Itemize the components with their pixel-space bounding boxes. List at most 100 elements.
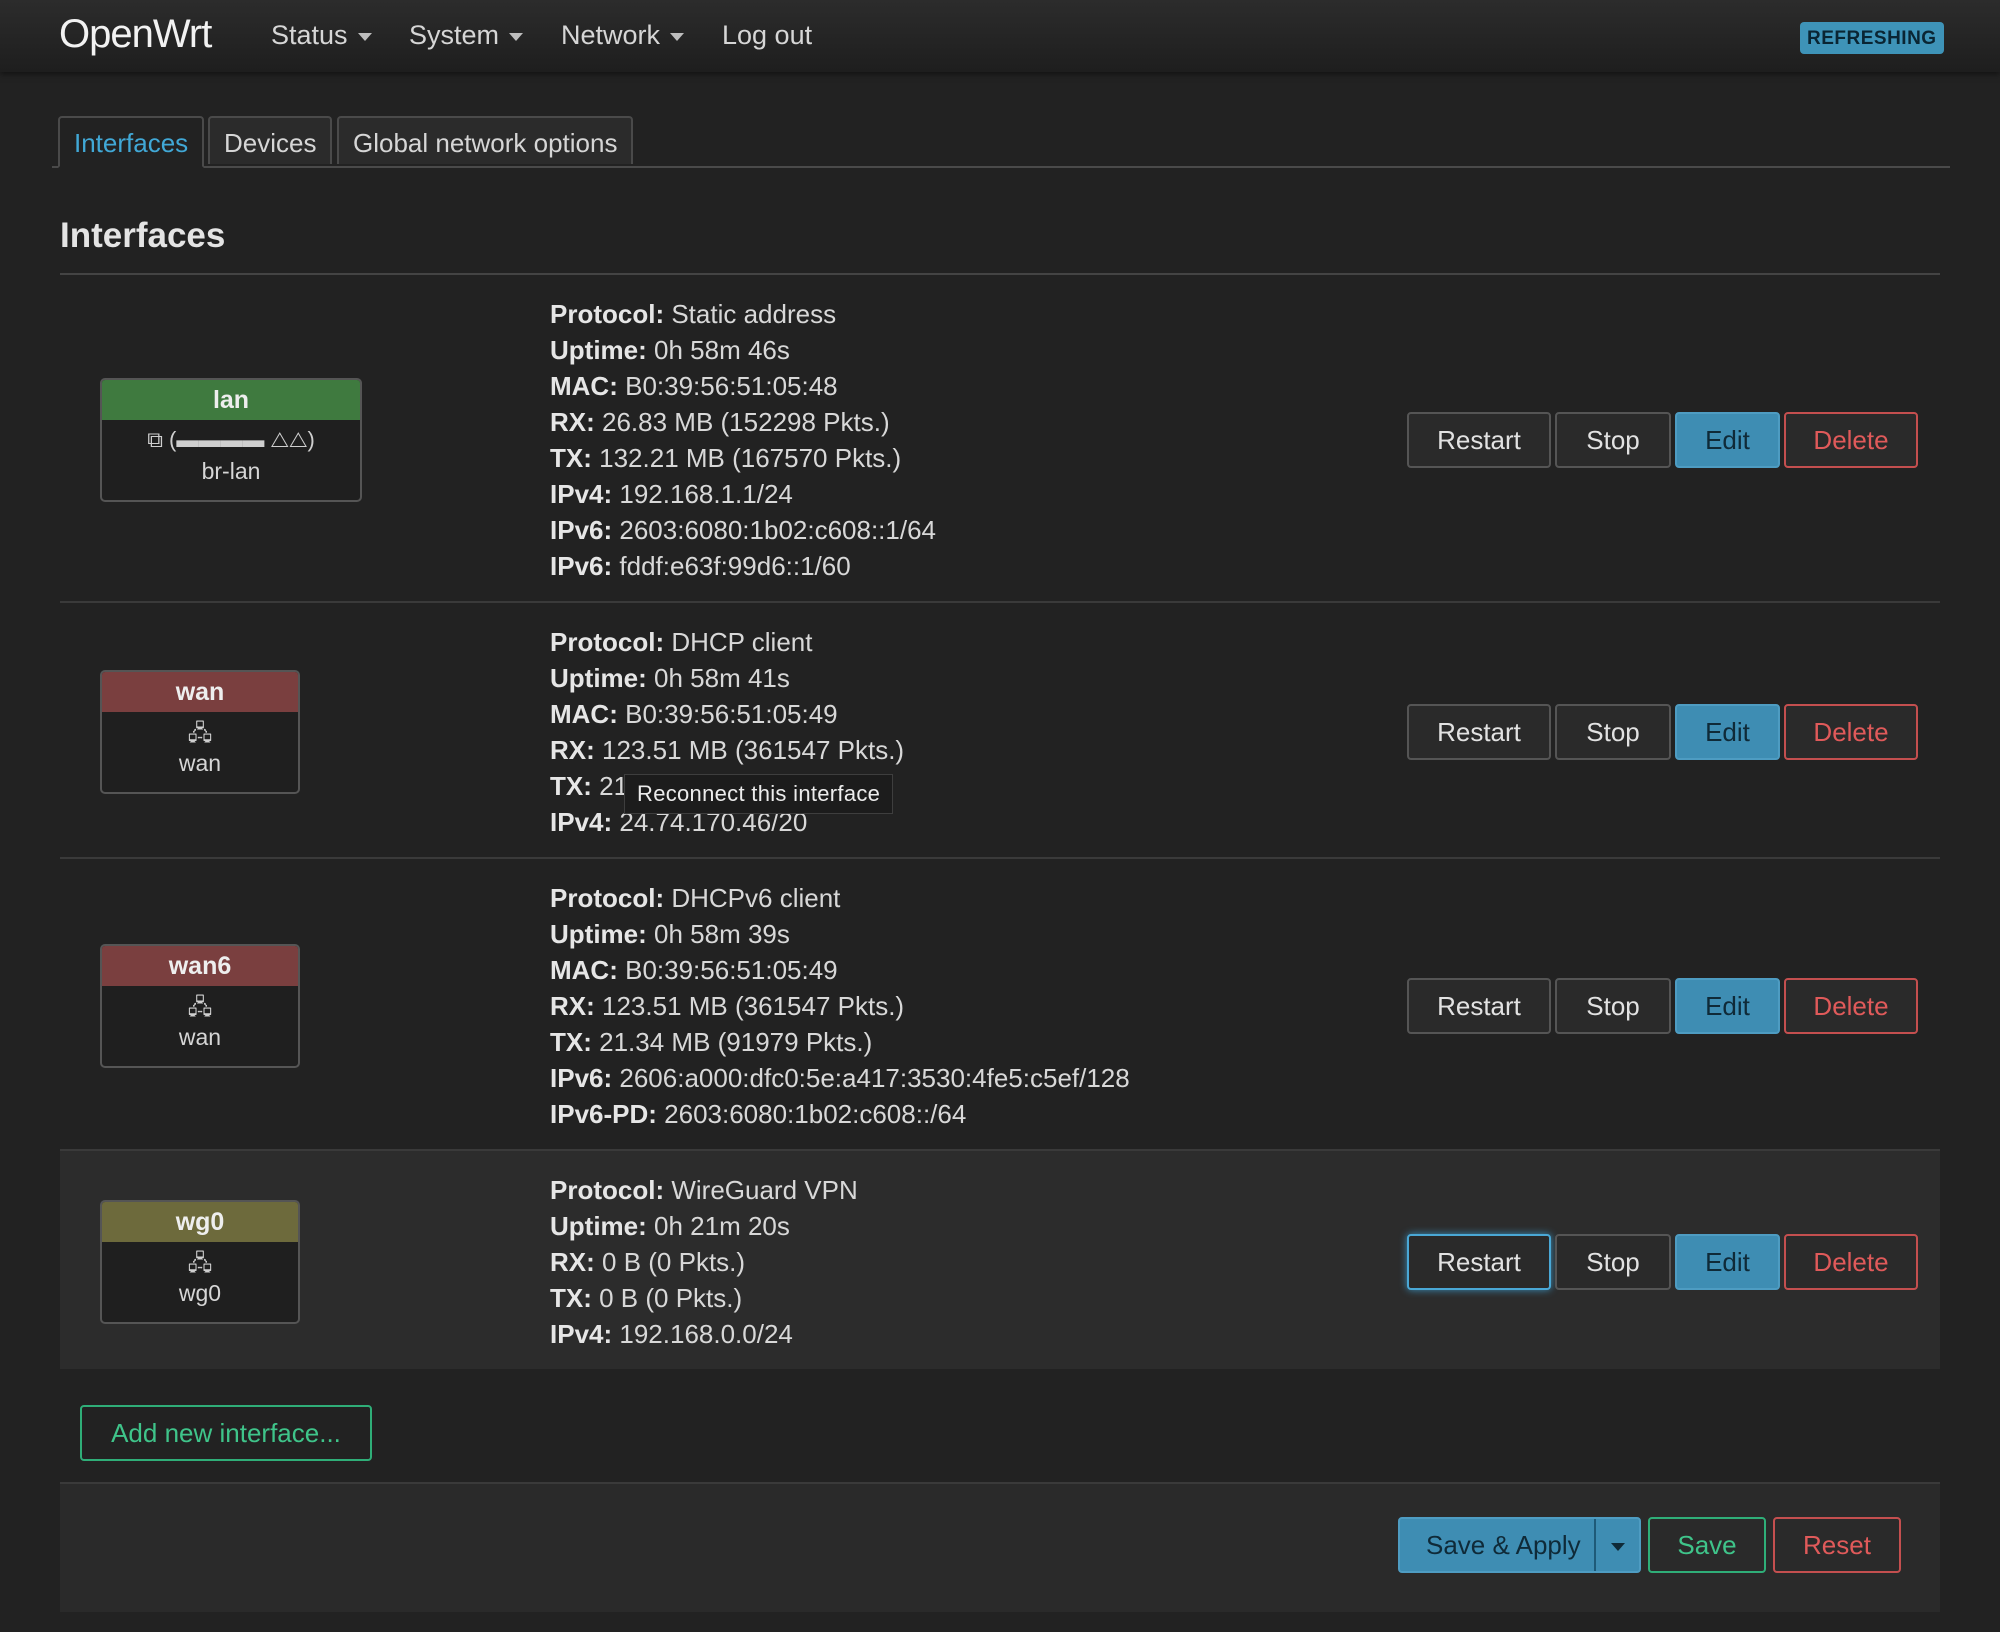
ethernet-switch-icon: ⧉: [147, 427, 163, 452]
add-interface-button[interactable]: Add new interface...: [80, 1405, 372, 1461]
uptime-value: 0h 58m 41s: [654, 663, 790, 693]
ipv4-value: 192.168.1.1/24: [619, 479, 793, 509]
interface-badge-wan: wan 🖧 wan: [100, 670, 300, 794]
interface-devices-icons: ⧉ (▬▬▬▬ △△): [102, 422, 360, 458]
stop-button[interactable]: Stop: [1555, 704, 1671, 760]
rx-value: 0 B (0 Pkts.): [602, 1247, 746, 1277]
tunnel-device-icon: 🖧: [187, 1250, 213, 1275]
interface-name: wan6: [102, 946, 298, 986]
menu-system[interactable]: System: [409, 20, 524, 51]
delete-button[interactable]: Delete: [1784, 704, 1918, 760]
chevron-down-icon: [357, 33, 372, 41]
mac-label: MAC:: [550, 955, 618, 985]
menu-status[interactable]: Status: [271, 20, 372, 51]
restart-button[interactable]: Restart: [1407, 1234, 1551, 1290]
chevron-down-icon: [670, 33, 685, 41]
edit-button[interactable]: Edit: [1675, 412, 1780, 468]
stop-button[interactable]: Stop: [1555, 1234, 1671, 1290]
restart-button[interactable]: Restart: [1407, 704, 1551, 760]
edit-button[interactable]: Edit: [1675, 1234, 1780, 1290]
ipv6-value: 2606:a000:dfc0:5e:a417:3530:4fe5:c5ef/12…: [619, 1063, 1130, 1093]
uptime-label: Uptime:: [550, 919, 647, 949]
tab-devices[interactable]: Devices: [208, 116, 333, 164]
tx-label: TX:: [550, 1027, 592, 1057]
tx-label: TX:: [550, 771, 592, 801]
save-button[interactable]: Save: [1648, 1517, 1766, 1573]
uptime-label: Uptime:: [550, 335, 647, 365]
ipv6-value: 2603:6080:1b02:c608::1/64: [619, 515, 937, 545]
uptime-value: 0h 21m 20s: [654, 1211, 790, 1241]
restart-button[interactable]: Restart: [1407, 978, 1551, 1034]
page-title: Interfaces: [60, 216, 226, 255]
menu-network[interactable]: Network: [561, 20, 685, 51]
interface-badge-wg0: wg0 🖧 wg0: [100, 1200, 300, 1324]
ipv6-label: IPv6:: [550, 551, 613, 581]
top-navbar: OpenWrt Status System Network Log out RE…: [0, 0, 2000, 72]
ipv6pd-value: 2603:6080:1b02:c608::/64: [664, 1099, 967, 1129]
bridge-ports-icon: (▬▬▬▬ △△): [169, 427, 315, 452]
ethernet-port-icon: 🖧: [187, 720, 213, 745]
ipv6-label: IPv6:: [550, 515, 613, 545]
rx-label: RX:: [550, 735, 595, 765]
stop-button[interactable]: Stop: [1555, 412, 1671, 468]
tx-value: 0 B (0 Pkts.): [599, 1283, 743, 1313]
protocol-label: Protocol:: [550, 299, 665, 329]
tx-value: 132.21 MB (167570 Pkts.): [599, 443, 902, 473]
ipv6-label: IPv6:: [550, 1063, 613, 1093]
tab-bar: Interfaces Devices Global network option…: [52, 116, 1950, 168]
protocol-label: Protocol:: [550, 627, 665, 657]
interface-name: lan: [102, 380, 360, 420]
uptime-value: 0h 58m 46s: [654, 335, 790, 365]
tab-interfaces[interactable]: Interfaces: [58, 116, 205, 168]
mac-value: B0:39:56:51:05:49: [625, 699, 838, 729]
tab-global-network-options[interactable]: Global network options: [337, 116, 634, 164]
rx-value: 123.51 MB (361547 Pkts.): [602, 735, 905, 765]
save-apply-button[interactable]: Save & Apply: [1398, 1517, 1641, 1573]
rx-value: 123.51 MB (361547 Pkts.): [602, 991, 905, 1021]
ipv6-value: fddf:e63f:99d6::1/60: [619, 551, 851, 581]
interface-device-name: wan: [178, 750, 222, 776]
uptime-value: 0h 58m 39s: [654, 919, 790, 949]
restart-button[interactable]: Restart: [1407, 412, 1551, 468]
edit-button[interactable]: Edit: [1675, 704, 1780, 760]
delete-button[interactable]: Delete: [1784, 978, 1918, 1034]
interface-badge-wan6: wan6 🖧 wan: [100, 944, 300, 1068]
rx-value: 26.83 MB (152298 Pkts.): [602, 407, 890, 437]
interface-info-wan6: Protocol: DHCPv6 client Uptime: 0h 58m 3…: [550, 880, 1130, 1132]
reset-button[interactable]: Reset: [1773, 1517, 1901, 1573]
protocol-label: Protocol:: [550, 883, 665, 913]
interface-device-name: wan: [178, 1024, 222, 1050]
interface-info-wg0: Protocol: WireGuard VPN Uptime: 0h 21m 2…: [550, 1172, 858, 1352]
interface-info-lan: Protocol: Static address Uptime: 0h 58m …: [550, 296, 936, 584]
interface-name: wan: [102, 672, 298, 712]
rx-label: RX:: [550, 991, 595, 1021]
mac-value: B0:39:56:51:05:48: [625, 371, 838, 401]
ipv4-value: 192.168.0.0/24: [619, 1319, 793, 1349]
uptime-label: Uptime:: [550, 1211, 647, 1241]
rx-label: RX:: [550, 407, 595, 437]
mac-value: B0:39:56:51:05:49: [625, 955, 838, 985]
menu-logout[interactable]: Log out: [722, 20, 812, 51]
ipv6pd-label: IPv6-PD:: [550, 1099, 657, 1129]
delete-button[interactable]: Delete: [1784, 1234, 1918, 1290]
menu-system-label: System: [409, 20, 500, 50]
uptime-label: Uptime:: [550, 663, 647, 693]
tx-label: TX:: [550, 1283, 592, 1313]
refreshing-badge[interactable]: REFRESHING: [1800, 22, 1944, 54]
brand-logo[interactable]: OpenWrt: [59, 12, 212, 57]
menu-network-label: Network: [561, 20, 661, 50]
ipv4-label: IPv4:: [550, 1319, 613, 1349]
tooltip: Reconnect this interface: [624, 774, 894, 814]
protocol-value: Static address: [671, 299, 837, 329]
mac-label: MAC:: [550, 371, 618, 401]
stop-button[interactable]: Stop: [1555, 978, 1671, 1034]
protocol-value: DHCP client: [671, 627, 813, 657]
delete-button[interactable]: Delete: [1784, 412, 1918, 468]
mac-label: MAC:: [550, 699, 618, 729]
edit-button[interactable]: Edit: [1675, 978, 1780, 1034]
protocol-value: DHCPv6 client: [671, 883, 841, 913]
menu-status-label: Status: [271, 20, 348, 50]
ipv4-label: IPv4:: [550, 479, 613, 509]
chevron-down-icon[interactable]: [1611, 1543, 1625, 1551]
ethernet-port-icon: 🖧: [187, 994, 213, 1019]
